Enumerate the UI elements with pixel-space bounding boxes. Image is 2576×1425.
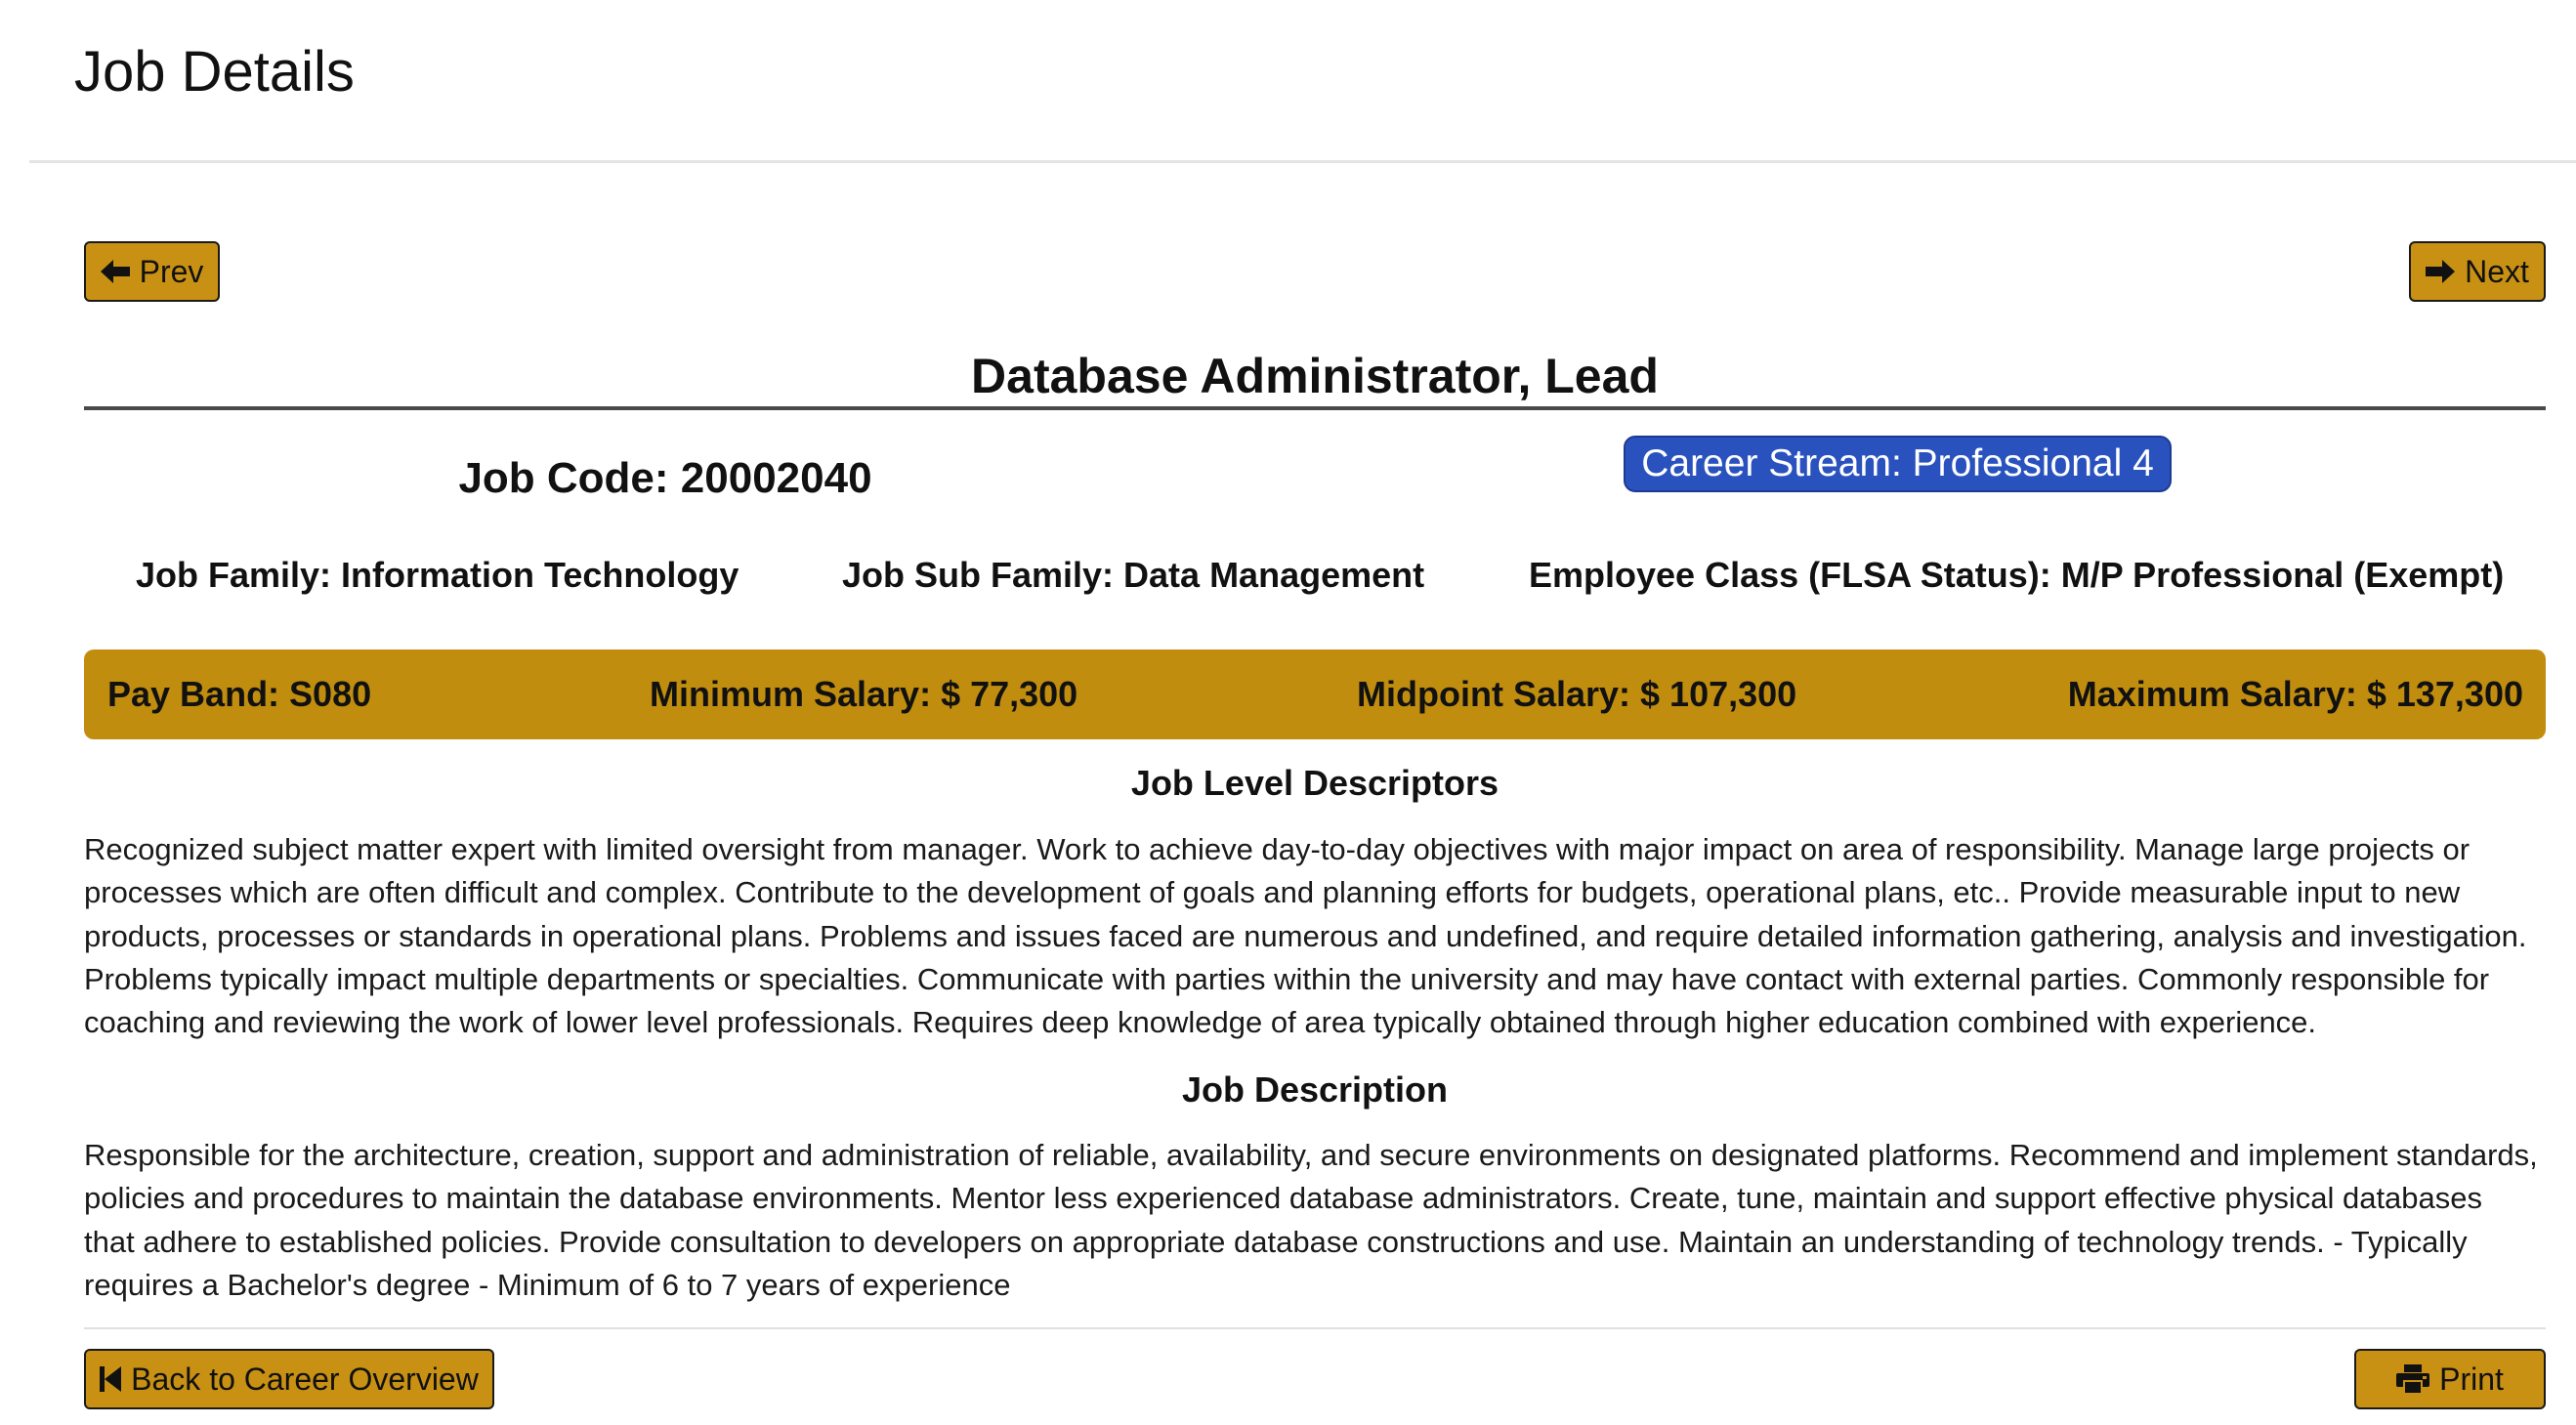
text-line: coaching and reviewing the work of lower… bbox=[84, 1005, 2317, 1040]
back-button-label: Back to Career Overview bbox=[131, 1361, 479, 1397]
next-button-label: Next bbox=[2465, 253, 2529, 289]
job-family: Job Family: Information Technology bbox=[136, 555, 739, 595]
midpoint-salary: Midpoint Salary: $ 107,300 bbox=[1357, 674, 1797, 714]
minimum-salary: Minimum Salary: $ 77,300 bbox=[650, 674, 1078, 714]
job-description-text: Responsible for the architecture, creati… bbox=[84, 1134, 2546, 1307]
job-code: Job Code: 20002040 bbox=[458, 454, 872, 502]
title-divider bbox=[84, 406, 2546, 410]
page-header: Job Details bbox=[0, 0, 2576, 163]
text-line: Recognized subject matter expert with li… bbox=[84, 832, 2470, 866]
back-to-career-overview-button[interactable]: Back to Career Overview bbox=[84, 1349, 494, 1409]
text-line: products, processes or standards in oper… bbox=[84, 918, 2527, 953]
step-backward-icon bbox=[100, 1366, 122, 1392]
employee-class: Employee Class (FLSA Status): M/P Profes… bbox=[1529, 555, 2505, 595]
text-line: requires a Bachelor's degree - Minimum o… bbox=[84, 1267, 1011, 1302]
career-stream-badge: Career Stream: Professional 4 bbox=[1624, 436, 2172, 492]
page-title: Job Details bbox=[74, 40, 355, 104]
job-meta-row: Job Family: Information Technology Job S… bbox=[84, 553, 2546, 602]
header-divider bbox=[29, 160, 2576, 163]
job-sub-family: Job Sub Family: Data Management bbox=[842, 555, 1425, 595]
maximum-salary: Maximum Salary: $ 137,300 bbox=[2067, 674, 2523, 714]
job-level-descriptors-heading: Job Level Descriptors bbox=[1130, 763, 1499, 803]
job-description-heading: Job Description bbox=[1181, 1069, 1449, 1110]
prev-button[interactable]: Prev bbox=[84, 241, 220, 302]
printer-icon bbox=[2396, 1364, 2430, 1394]
print-button[interactable]: Print bbox=[2354, 1349, 2546, 1409]
job-level-descriptors-text: Recognized subject matter expert with li… bbox=[84, 828, 2546, 1044]
text-line: that adhere to established policies. Pro… bbox=[84, 1224, 2468, 1259]
prev-button-label: Prev bbox=[139, 253, 204, 289]
text-line: Responsible for the architecture, creati… bbox=[84, 1138, 2538, 1172]
text-line: policies and procedures to maintain the … bbox=[84, 1181, 2483, 1216]
arrow-left-icon bbox=[100, 260, 130, 283]
job-title: Database Administrator, Lead bbox=[971, 349, 1659, 403]
text-line: Problems typically impact multiple depar… bbox=[84, 961, 2490, 996]
pay-band: Pay Band: S080 bbox=[107, 674, 372, 714]
next-button[interactable]: Next bbox=[2409, 241, 2546, 302]
pay-band-bar: Pay Band: S080 Minimum Salary: $ 77,300 … bbox=[84, 650, 2546, 739]
footer-divider bbox=[84, 1327, 2546, 1329]
arrow-right-icon bbox=[2426, 260, 2456, 283]
print-button-label: Print bbox=[2439, 1361, 2504, 1397]
text-line: processes which are often difficult and … bbox=[84, 875, 2461, 910]
